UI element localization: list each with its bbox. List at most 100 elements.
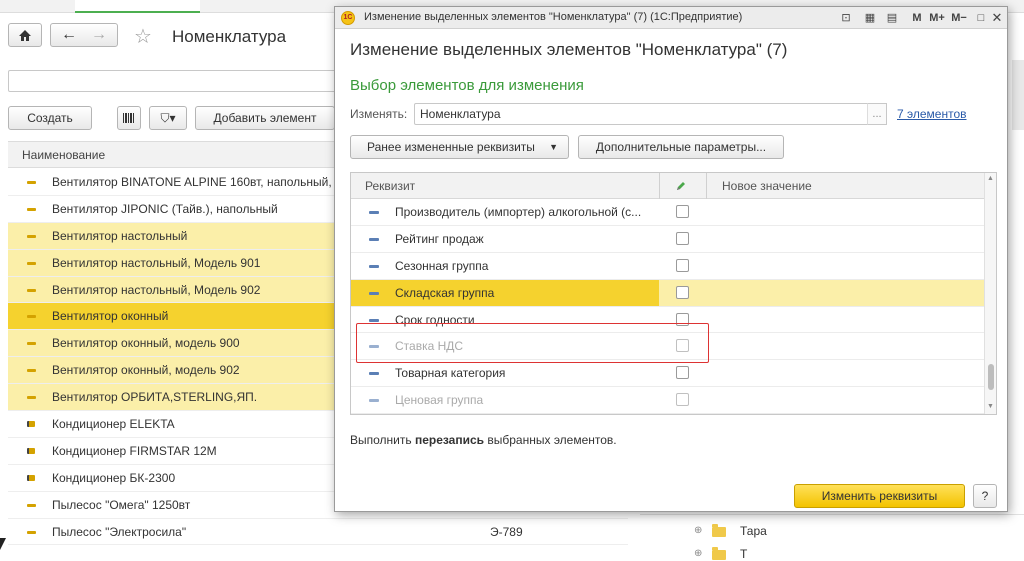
forward-arrow-icon[interactable]: → — [91, 26, 107, 44]
window-title: Изменение выделенных элементов "Номенкла… — [364, 11, 743, 23]
note-operation-link[interactable]: перезапись — [415, 433, 484, 447]
memory-minus-button[interactable]: M− — [949, 10, 969, 26]
change-checkbox[interactable] — [676, 393, 689, 407]
attribute-cell: Сезонная группа — [351, 253, 659, 279]
new-value-cell[interactable] — [706, 253, 984, 279]
attribute-row[interactable]: Товарная категория — [351, 360, 984, 388]
calendar-icon[interactable]: ▦ — [863, 10, 877, 26]
new-value-cell[interactable] — [706, 387, 984, 413]
previously-changed-attributes-button[interactable]: Ранее измененные реквизиты ▼ — [350, 135, 569, 159]
attribute-name: Производитель (импортер) алкогольной (с.… — [395, 205, 642, 219]
new-value-cell[interactable] — [706, 307, 984, 333]
change-label: Изменять: — [350, 107, 408, 121]
create-button[interactable]: Создать — [8, 106, 92, 130]
memory-m-button[interactable]: M — [910, 10, 924, 26]
new-value-cell[interactable] — [706, 360, 984, 386]
item-icon — [27, 261, 36, 265]
attribute-icon — [369, 291, 379, 295]
item-icon — [27, 474, 35, 481]
new-value-cell[interactable] — [706, 279, 984, 306]
column-divider — [659, 173, 660, 199]
item-icon — [27, 181, 36, 184]
item-code: Э-789 — [490, 524, 523, 539]
memory-plus-button[interactable]: M+ — [927, 10, 947, 26]
help-button[interactable]: ? — [973, 484, 997, 508]
item-name: Кондиционер FIRMSTAR 12М — [52, 443, 217, 458]
barcode-button[interactable] — [117, 106, 141, 130]
filter-button[interactable]: ⛉▾ — [149, 106, 187, 130]
new-value-cell[interactable] — [706, 226, 984, 252]
table-header: Реквизит Новое значение — [351, 173, 984, 199]
expand-icon[interactable]: ⊕ — [694, 525, 702, 536]
attribute-icon — [369, 264, 379, 268]
change-attributes-button[interactable]: Изменить реквизиты — [794, 484, 965, 508]
active-top-tab[interactable] — [75, 0, 200, 13]
edit-cell — [659, 387, 706, 413]
item-icon — [27, 396, 36, 400]
change-checkbox[interactable] — [676, 231, 689, 245]
attribute-row[interactable]: Производитель (импортер) алкогольной (с.… — [351, 199, 984, 226]
item-name: Вентилятор JIPONIC (Тайв.), напольный — [52, 201, 278, 216]
favorite-star-icon[interactable]: ☆ — [134, 24, 152, 49]
new-value-cell[interactable] — [706, 333, 984, 359]
item-name: Вентилятор ОРБИТА,STERLING,ЯП. — [52, 390, 258, 405]
attribute-cell: Товарная категория — [351, 360, 659, 386]
change-selected-elements-dialog: 1С Изменение выделенных элементов "Номен… — [334, 6, 1008, 512]
attribute-cell: Рейтинг продаж — [351, 226, 659, 252]
scroll-up-arrow-icon[interactable]: ▲ — [987, 175, 994, 182]
search-input[interactable] — [8, 70, 348, 92]
folder-icon — [712, 524, 726, 537]
item-name: Вентилятор настольный, Модель 901 — [52, 255, 261, 270]
attribute-row[interactable]: Сезонная группа — [351, 253, 984, 280]
home-button[interactable] — [8, 23, 42, 47]
tree-item-tara[interactable]: Тара — [740, 524, 767, 538]
column-header-name[interactable]: Наименование — [8, 141, 334, 168]
tree-panel: ⊕ Тара ⊕ Т — [640, 514, 1024, 561]
choose-button[interactable]: ... — [867, 103, 887, 125]
close-icon[interactable]: ✕ — [991, 10, 1003, 26]
bookmark-icon[interactable]: ⊡ — [839, 10, 853, 26]
add-element-button[interactable]: Добавить элемент — [195, 106, 335, 130]
column-header-attribute[interactable]: Реквизит — [365, 173, 415, 199]
attribute-icon — [369, 318, 379, 322]
scroll-down-arrow-icon[interactable]: ▼ — [987, 403, 994, 410]
maximize-icon[interactable]: □ — [975, 10, 987, 26]
change-checkbox[interactable] — [676, 366, 689, 380]
elements-count-link[interactable]: 7 элементов — [897, 107, 967, 121]
window-titlebar: 1С Изменение выделенных элементов "Номен… — [335, 7, 1007, 29]
item-icon — [27, 288, 36, 292]
tree-item-partial[interactable]: Т — [740, 547, 747, 561]
item-name: Вентилятор оконный, модель 902 — [52, 363, 240, 378]
change-checkbox[interactable] — [676, 205, 689, 218]
additional-parameters-button[interactable]: Дополнительные параметры... — [578, 135, 784, 159]
change-checkbox[interactable] — [676, 258, 689, 272]
column-header-new-value[interactable]: Новое значение — [722, 173, 812, 199]
attribute-name: Рейтинг продаж — [395, 231, 484, 246]
new-value-cell[interactable] — [706, 199, 984, 225]
change-checkbox[interactable] — [676, 285, 689, 299]
edit-cell — [659, 253, 706, 279]
item-name: Вентилятор настольный, Модель 902 — [52, 282, 261, 297]
attribute-row[interactable]: Ценовая группа — [351, 387, 984, 414]
item-name: Кондиционер БК-2300 — [52, 470, 176, 485]
back-arrow-icon[interactable]: ← — [61, 26, 77, 44]
item-icon — [27, 421, 35, 428]
attribute-icon — [369, 372, 379, 376]
attribute-icon — [369, 399, 379, 403]
expand-icon[interactable]: ⊕ — [694, 548, 702, 559]
attribute-row[interactable]: Складская группа — [351, 279, 984, 307]
table-scrollbar[interactable]: ▲ ▼ — [984, 173, 996, 414]
attribute-row[interactable]: Рейтинг продаж — [351, 226, 984, 253]
item-icon — [27, 315, 36, 319]
column-header-edit[interactable] — [675, 173, 687, 199]
calculator-icon[interactable]: ▤ — [885, 10, 899, 26]
item-icon — [27, 530, 36, 534]
change-object-field[interactable]: Номенклатура — [414, 103, 886, 125]
folder-icon — [712, 547, 726, 560]
list-item[interactable]: Пылесос "Электросила" Э-789 — [8, 519, 628, 546]
edit-cell — [659, 226, 706, 252]
edit-cell — [659, 199, 706, 225]
item-icon — [27, 369, 36, 373]
scrollbar-thumb[interactable] — [988, 364, 994, 390]
1c-logo-icon: 1С — [341, 11, 355, 25]
